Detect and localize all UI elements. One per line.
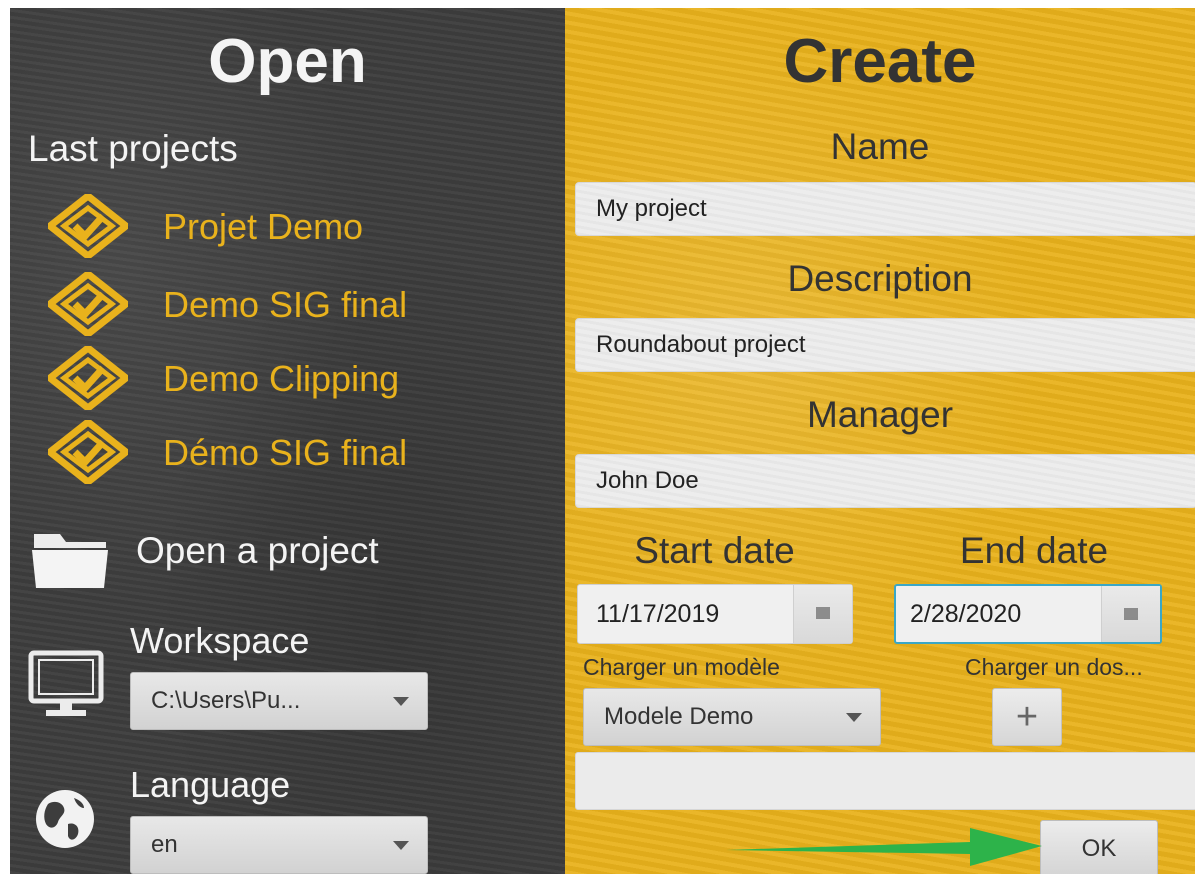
language-select[interactable]: en <box>130 816 428 874</box>
open-panel: Open Last projects Projet Demo Demo SIG … <box>10 8 565 874</box>
recent-project-item[interactable]: Démo SIG final <box>48 420 548 484</box>
template-value: Modele Demo <box>604 703 754 730</box>
project-diamond-icon <box>48 272 128 336</box>
open-project-label: Open a project <box>136 530 379 571</box>
globe-icon <box>36 790 94 848</box>
monitor-icon <box>28 650 104 716</box>
ok-button[interactable]: OK <box>1040 820 1158 874</box>
workspace-select[interactable]: C:\Users\Pu... <box>130 672 428 730</box>
open-title: Open <box>208 27 367 96</box>
project-diamond-icon <box>48 346 128 410</box>
calendar-icon <box>816 607 830 619</box>
language-label: Language <box>130 764 291 805</box>
recent-project-item[interactable]: Projet Demo <box>48 194 548 258</box>
end-date-picker <box>894 584 1162 644</box>
calendar-icon <box>1124 608 1138 620</box>
create-title: Create <box>783 27 977 96</box>
name-label: Name <box>830 126 930 167</box>
name-input[interactable] <box>575 182 1195 236</box>
workspace-label: Workspace <box>130 620 310 661</box>
folder-icon <box>32 534 108 588</box>
end-date-label: End date <box>959 530 1109 571</box>
template-select[interactable]: Modele Demo <box>583 688 881 746</box>
recent-project-item[interactable]: Demo Clipping <box>48 346 548 410</box>
folder-path-field[interactable] <box>575 752 1195 810</box>
language-value: en <box>151 831 178 858</box>
folder-label: Charger un dos... <box>965 654 1143 680</box>
workspace-value: C:\Users\Pu... <box>151 687 301 714</box>
recent-project-label: Demo SIG final <box>163 284 408 325</box>
end-date-input[interactable] <box>896 586 1104 642</box>
start-date-label: Start date <box>634 530 795 571</box>
start-date-calendar-button[interactable] <box>793 585 852 643</box>
manager-label: Manager <box>806 394 954 435</box>
recent-project-label: Projet Demo <box>163 206 364 247</box>
manager-input[interactable] <box>575 454 1195 508</box>
open-project-button[interactable]: Open a project <box>30 522 450 592</box>
chevron-down-icon <box>393 841 409 850</box>
annotation-arrow <box>726 828 1042 866</box>
description-input[interactable] <box>575 318 1195 372</box>
project-diamond-icon <box>48 194 128 258</box>
add-folder-button[interactable]: + <box>992 688 1062 746</box>
project-diamond-icon <box>48 420 128 484</box>
start-date-picker <box>577 584 853 644</box>
recent-project-label: Demo Clipping <box>163 358 400 399</box>
create-panel: Create Name Description Manager Start da… <box>565 8 1195 874</box>
recent-project-item[interactable]: Demo SIG final <box>48 272 548 336</box>
last-projects-label: Last projects <box>28 128 238 169</box>
chevron-down-icon <box>393 697 409 706</box>
recent-project-label: Démo SIG final <box>163 432 408 473</box>
chevron-down-icon <box>846 713 862 722</box>
plus-icon: + <box>1015 696 1039 738</box>
end-date-calendar-button[interactable] <box>1101 586 1160 642</box>
template-label: Charger un modèle <box>583 654 780 680</box>
description-label: Description <box>787 258 973 299</box>
start-date-input[interactable] <box>578 585 794 643</box>
